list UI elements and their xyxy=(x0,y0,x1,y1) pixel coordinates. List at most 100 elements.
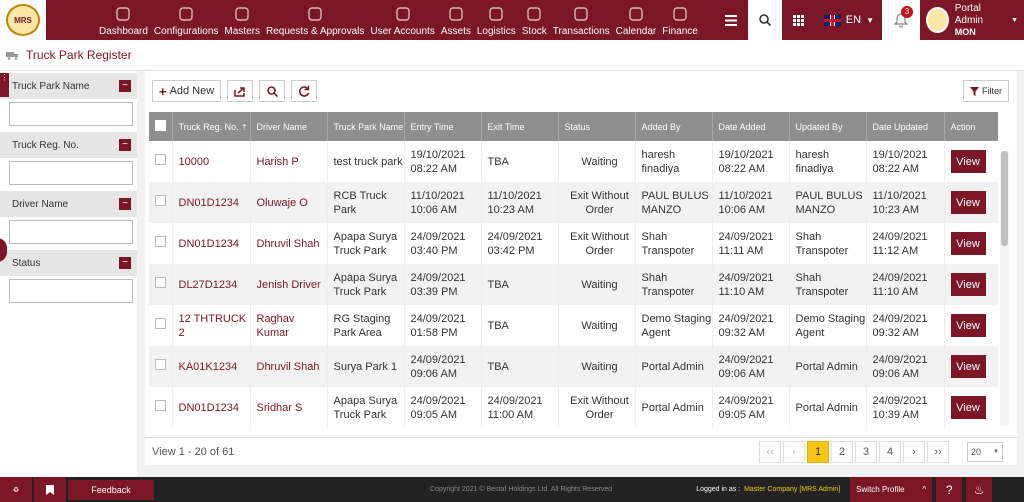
view-button[interactable]: View xyxy=(950,314,986,337)
column-header[interactable]: Added By xyxy=(635,112,713,141)
page-size-select[interactable]: 20 ▼ xyxy=(967,441,1003,462)
column-header[interactable]: Truck Park Name xyxy=(327,112,405,141)
nav-item-user-accounts[interactable]: User Accounts xyxy=(367,0,437,40)
filter-button[interactable]: Filter xyxy=(963,80,1009,102)
column-header[interactable]: Status xyxy=(558,112,636,141)
apps-grid-icon[interactable] xyxy=(782,0,816,40)
search-button[interactable] xyxy=(259,80,286,102)
table-cell[interactable]: KA01K1234 xyxy=(172,346,251,387)
feedback-button[interactable]: Feedback xyxy=(68,479,154,500)
row-checkbox[interactable] xyxy=(155,400,166,411)
search-icon[interactable] xyxy=(747,0,782,40)
nav-item-masters[interactable]: Masters xyxy=(221,0,263,40)
recycle-icon[interactable]: ♻ xyxy=(0,477,32,502)
view-button[interactable]: View xyxy=(950,150,986,173)
filter-label: Status xyxy=(12,257,41,269)
row-checkbox[interactable] xyxy=(155,277,166,288)
export-button[interactable] xyxy=(227,80,254,102)
sidebar-options-icon[interactable]: ⋮ xyxy=(0,73,9,97)
flame-icon[interactable]: ♨ xyxy=(966,477,993,502)
search-icon xyxy=(266,85,278,97)
filter-input[interactable] xyxy=(9,161,133,185)
view-button[interactable]: View xyxy=(950,273,986,296)
switch-profile-button[interactable]: Switch Profile ^ xyxy=(850,477,933,502)
table-cell: PAUL BULUS MANZO xyxy=(635,182,713,223)
refresh-button[interactable] xyxy=(291,80,318,102)
next-page-button[interactable]: › xyxy=(903,440,925,463)
add-new-button[interactable]: + Add New xyxy=(152,80,222,102)
row-select-cell xyxy=(149,182,173,223)
bookmark-icon[interactable] xyxy=(34,477,66,502)
prev-page-button[interactable]: ‹ xyxy=(783,440,805,463)
nav-item-assets[interactable]: Assets xyxy=(438,0,474,40)
export-icon xyxy=(234,86,245,97)
filter-header: Driver Name − xyxy=(0,191,137,217)
page-button[interactable]: 2 xyxy=(831,440,853,463)
nav-item-configurations[interactable]: Configurations xyxy=(151,0,221,40)
nav-item-requests-approvals[interactable]: Requests & Approvals xyxy=(263,0,367,40)
filter-input[interactable] xyxy=(9,279,133,303)
collapse-minus-icon[interactable]: − xyxy=(119,257,131,269)
notifications-button[interactable]: 3 xyxy=(882,0,920,40)
footer: ♻ Feedback Copyright 2021 © Bestaf Holdi… xyxy=(0,477,1024,502)
column-header[interactable]: Date Added xyxy=(712,112,790,141)
scrollbar-thumb[interactable] xyxy=(1001,151,1008,246)
view-button[interactable]: View xyxy=(950,355,986,378)
view-button[interactable]: View xyxy=(950,396,986,419)
table-row: 12 THTRUCK 2 Raghav Kumar RG Staging Park … xyxy=(149,305,998,346)
column-header[interactable]: Truck Reg. No. ⇡ xyxy=(172,112,251,141)
page-button[interactable]: 1 xyxy=(807,440,829,463)
filter-header: Truck Park Name − xyxy=(0,73,137,99)
first-page-button[interactable]: ‹‹ xyxy=(759,440,781,463)
filter-input[interactable] xyxy=(9,102,133,126)
action-cell: View xyxy=(944,387,998,427)
collapse-minus-icon[interactable]: − xyxy=(119,80,131,92)
nav-item-logistics[interactable]: Logistics xyxy=(474,0,519,40)
table-scrollbar[interactable] xyxy=(1000,151,1009,426)
register-table-container[interactable]: Truck Reg. No. ⇡ Driver Name Truck Park Na… xyxy=(149,112,998,427)
column-header[interactable]: Updated By xyxy=(789,112,867,141)
user-profile-menu[interactable]: Portal Admin MON ▼ xyxy=(920,0,1024,40)
table-cell[interactable]: 12 THTRUCK 2 xyxy=(172,305,251,346)
row-checkbox[interactable] xyxy=(155,359,166,370)
row-checkbox[interactable] xyxy=(155,318,166,329)
nav-item-finance[interactable]: Finance xyxy=(659,0,701,40)
page-button[interactable]: 3 xyxy=(855,440,877,463)
table-cell[interactable]: DN01D1234 xyxy=(172,182,251,223)
view-button[interactable]: View xyxy=(950,232,986,255)
language-selector[interactable]: EN ▼ xyxy=(816,0,882,40)
collapse-minus-icon[interactable]: − xyxy=(119,198,131,210)
column-header[interactable]: Driver Name xyxy=(250,112,328,141)
table-cell: test truck park xyxy=(327,141,405,182)
column-header[interactable]: Date Updated xyxy=(866,112,945,141)
column-header[interactable]: Exit Time xyxy=(481,112,559,141)
help-icon[interactable]: ? xyxy=(936,477,963,502)
table-cell[interactable]: DN01D1234 xyxy=(172,223,251,264)
row-checkbox[interactable] xyxy=(155,236,166,247)
transactions-icon xyxy=(572,5,590,23)
table-cell: 11/10/2021 10:06 AM xyxy=(712,182,790,223)
nav-item-dashboard[interactable]: Dashboard xyxy=(96,0,151,40)
nav-item-stock[interactable]: Stock xyxy=(519,0,550,40)
filter-label: Filter xyxy=(982,86,1002,96)
table-cell: Exit Without Order xyxy=(558,223,636,264)
table-cell: RG Staging Park Area xyxy=(327,305,405,346)
collapse-minus-icon[interactable]: − xyxy=(119,139,131,151)
nav-item-calendar[interactable]: Calendar xyxy=(613,0,660,40)
last-page-button[interactable]: ›› xyxy=(927,440,949,463)
chevron-down-icon: ▼ xyxy=(1011,16,1018,24)
menu-icon[interactable] xyxy=(714,0,748,40)
table-cell[interactable]: 10000 xyxy=(172,141,251,182)
column-header[interactable]: Entry Time xyxy=(404,112,482,141)
app-logo[interactable]: MRS xyxy=(0,0,46,40)
table-cell[interactable]: DL27D1234 xyxy=(172,264,251,305)
filter-header: Truck Reg. No. − xyxy=(0,132,137,158)
table-cell[interactable]: DN01D1234 xyxy=(172,387,251,427)
filter-input[interactable] xyxy=(9,220,133,244)
select-all-checkbox[interactable] xyxy=(155,120,166,131)
row-checkbox[interactable] xyxy=(155,195,166,206)
view-button[interactable]: View xyxy=(950,191,986,214)
nav-item-transactions[interactable]: Transactions xyxy=(550,0,613,40)
page-button[interactable]: 4 xyxy=(879,440,901,463)
row-checkbox[interactable] xyxy=(155,154,166,165)
